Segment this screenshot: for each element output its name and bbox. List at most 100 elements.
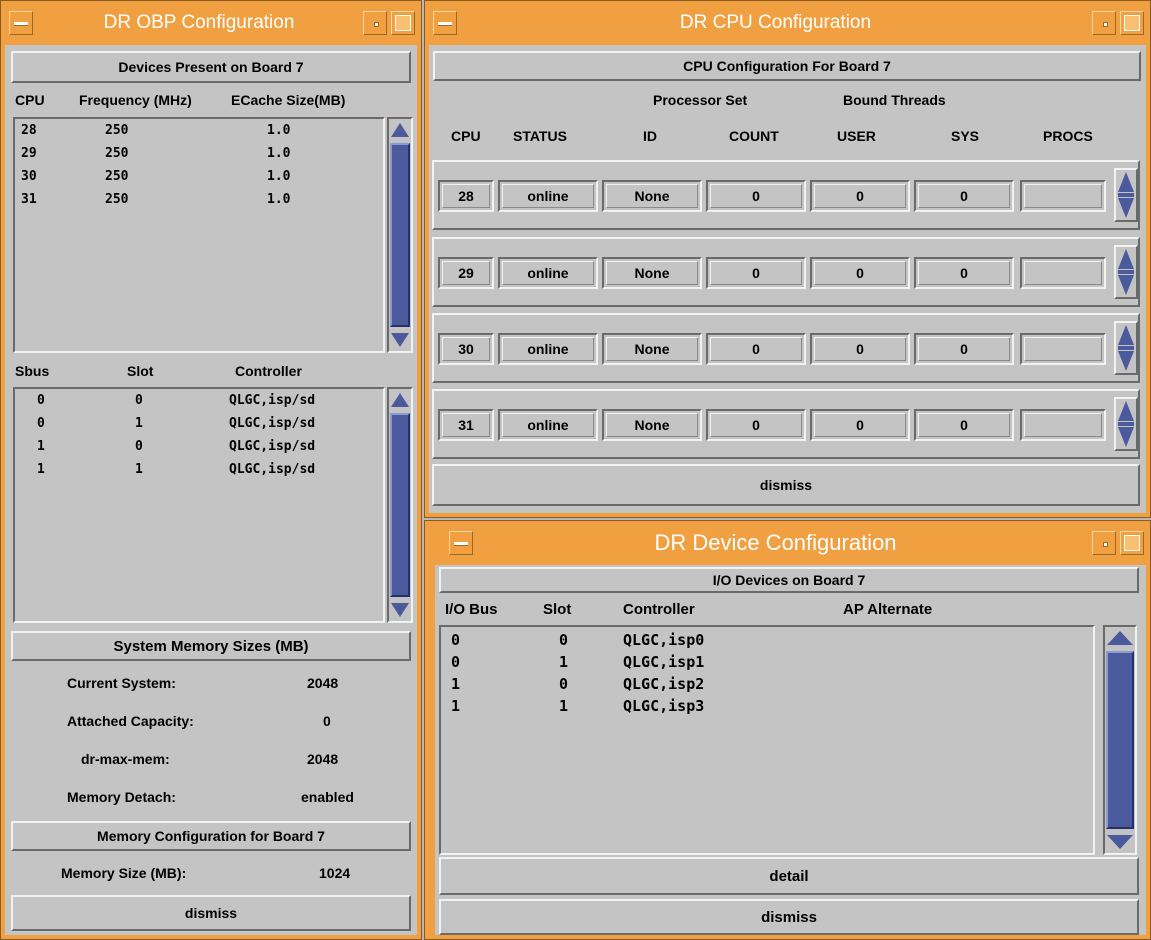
procs-field[interactable] xyxy=(1020,257,1106,289)
maximize-button[interactable] xyxy=(1120,531,1144,555)
mem-value: 2048 xyxy=(307,751,339,767)
device-titlebar[interactable]: DR Device Configuration xyxy=(429,525,1146,561)
scroll-down-icon[interactable] xyxy=(1105,831,1135,853)
status-field: online xyxy=(498,257,598,289)
col-cpu: CPU xyxy=(15,92,45,108)
procs-spin-icon[interactable] xyxy=(1114,168,1138,222)
list-item[interactable]: 1 0 QLGC,isp/sd xyxy=(15,439,383,462)
mem-value: enabled xyxy=(301,789,354,805)
user-field: 0 xyxy=(810,333,910,365)
pset-id-field: None xyxy=(602,409,702,441)
col-slot: Slot xyxy=(127,363,154,379)
cpu-dismiss-button[interactable]: dismiss xyxy=(432,464,1140,506)
list-item[interactable]: 30 250 1.0 xyxy=(15,169,383,192)
device-dismiss-button[interactable]: dismiss xyxy=(439,899,1139,935)
detail-button[interactable]: detail xyxy=(439,857,1139,895)
sbus-list-scrollbar[interactable] xyxy=(387,387,413,623)
user-field: 0 xyxy=(810,180,910,212)
user-field: 0 xyxy=(810,257,910,289)
cpu-field: 28 xyxy=(438,180,494,212)
device-content: I/O Devices on Board 7 I/O Bus Slot Cont… xyxy=(435,565,1146,935)
col-id: ID xyxy=(643,128,657,144)
user-field: 0 xyxy=(810,409,910,441)
list-item[interactable]: 1 0 QLGC,isp2 xyxy=(441,675,1093,698)
bound-threads-label: Bound Threads xyxy=(843,92,946,108)
scroll-up-icon[interactable] xyxy=(1105,627,1135,649)
col-io-bus: I/O Bus xyxy=(445,601,498,618)
col-status: STATUS xyxy=(513,128,567,144)
cpu-list[interactable]: 28 250 1.0 29 250 1.0 30 250 1.0 31 250 1.0 xyxy=(13,117,385,353)
list-item[interactable]: 1 1 QLGC,isp3 xyxy=(441,697,1093,720)
maximize-button[interactable] xyxy=(391,11,415,35)
status-field: online xyxy=(498,180,598,212)
window-menu-button[interactable] xyxy=(9,11,33,35)
sys-field: 0 xyxy=(914,257,1014,289)
cpu-titlebar[interactable]: DR CPU Configuration xyxy=(429,5,1146,41)
count-field: 0 xyxy=(706,180,806,212)
scroll-up-icon[interactable] xyxy=(389,119,411,141)
memory-size-value: 1024 xyxy=(319,865,351,881)
io-devices-header: I/O Devices on Board 7 xyxy=(439,567,1139,593)
devices-header: Devices Present on Board 7 xyxy=(11,51,411,83)
device-window: DR Device Configuration I/O Devices on B… xyxy=(424,520,1151,940)
procs-spin-icon[interactable] xyxy=(1114,245,1138,299)
cpu-row: 30 online None 0 0 0 xyxy=(432,313,1140,383)
scroll-thumb[interactable] xyxy=(390,143,410,327)
sys-field: 0 xyxy=(914,180,1014,212)
scroll-up-icon[interactable] xyxy=(389,389,411,411)
cpu-window-title: DR CPU Configuration xyxy=(679,12,872,33)
procs-spin-icon[interactable] xyxy=(1114,397,1138,451)
minimize-button[interactable] xyxy=(1092,11,1116,35)
io-list-scrollbar[interactable] xyxy=(1103,625,1137,855)
processor-set-label: Processor Set xyxy=(653,92,748,108)
col-ap-alternate: AP Alternate xyxy=(843,601,933,618)
cpu-field: 29 xyxy=(438,257,494,289)
minimize-button[interactable] xyxy=(363,11,387,35)
scroll-thumb[interactable] xyxy=(1106,651,1134,829)
count-field: 0 xyxy=(706,409,806,441)
scroll-down-icon[interactable] xyxy=(389,329,411,351)
list-item[interactable]: 0 1 QLGC,isp/sd xyxy=(15,416,383,439)
procs-field[interactable] xyxy=(1020,180,1106,212)
col-procs: PROCS xyxy=(1043,128,1093,144)
procs-field[interactable] xyxy=(1020,409,1106,441)
cpu-row: 28 online None 0 0 0 xyxy=(432,160,1140,230)
procs-spin-icon[interactable] xyxy=(1114,321,1138,375)
scroll-down-icon[interactable] xyxy=(389,599,411,621)
cpu-list-scrollbar[interactable] xyxy=(387,117,413,353)
sys-field: 0 xyxy=(914,333,1014,365)
maximize-button[interactable] xyxy=(1120,11,1144,35)
cpu-field: 30 xyxy=(438,333,494,365)
obp-content: Devices Present on Board 7 CPU Frequency… xyxy=(5,45,417,935)
device-window-title: DR Device Configuration xyxy=(654,530,897,555)
cpu-field: 31 xyxy=(438,409,494,441)
minimize-button[interactable] xyxy=(1092,531,1116,555)
obp-titlebar[interactable]: DR OBP Configuration xyxy=(5,5,417,41)
io-device-list[interactable]: 0 0 QLGC,isp0 0 1 QLGC,isp1 1 0 QLGC,isp2 1 1 QL… xyxy=(439,625,1095,855)
procs-field[interactable] xyxy=(1020,333,1106,365)
scroll-thumb[interactable] xyxy=(390,413,410,597)
col-count: COUNT xyxy=(729,128,779,144)
col-user: USER xyxy=(837,128,876,144)
sbus-list[interactable]: 0 0 QLGC,isp/sd 0 1 QLGC,isp/sd 1 0 QLGC,isp/s… xyxy=(13,387,385,623)
list-item[interactable]: 0 0 QLGC,isp/sd xyxy=(15,393,383,416)
mem-value: 0 xyxy=(323,713,331,729)
col-sys: SYS xyxy=(951,128,980,144)
list-item[interactable]: 1 1 QLGC,isp/sd xyxy=(15,462,383,485)
mem-label: dr-max-mem: xyxy=(81,751,170,767)
window-menu-button[interactable] xyxy=(433,11,457,35)
obp-dismiss-button[interactable]: dismiss xyxy=(11,895,411,931)
pset-id-field: None xyxy=(602,333,702,365)
obp-window-title: DR OBP Configuration xyxy=(103,12,295,33)
col-cpu: CPU xyxy=(451,128,481,144)
list-item[interactable]: 28 250 1.0 xyxy=(15,123,383,146)
pset-id-field: None xyxy=(602,257,702,289)
mem-label: Current System: xyxy=(67,675,176,691)
list-item[interactable]: 29 250 1.0 xyxy=(15,146,383,169)
memory-sizes-header: System Memory Sizes (MB) xyxy=(11,631,411,661)
list-item[interactable]: 0 0 QLGC,isp0 xyxy=(441,631,1093,654)
cpu-config-header: CPU Configuration For Board 7 xyxy=(433,51,1141,81)
list-item[interactable]: 31 250 1.0 xyxy=(15,192,383,215)
list-item[interactable]: 0 1 QLGC,isp1 xyxy=(441,653,1093,676)
col-slot: Slot xyxy=(543,601,572,618)
